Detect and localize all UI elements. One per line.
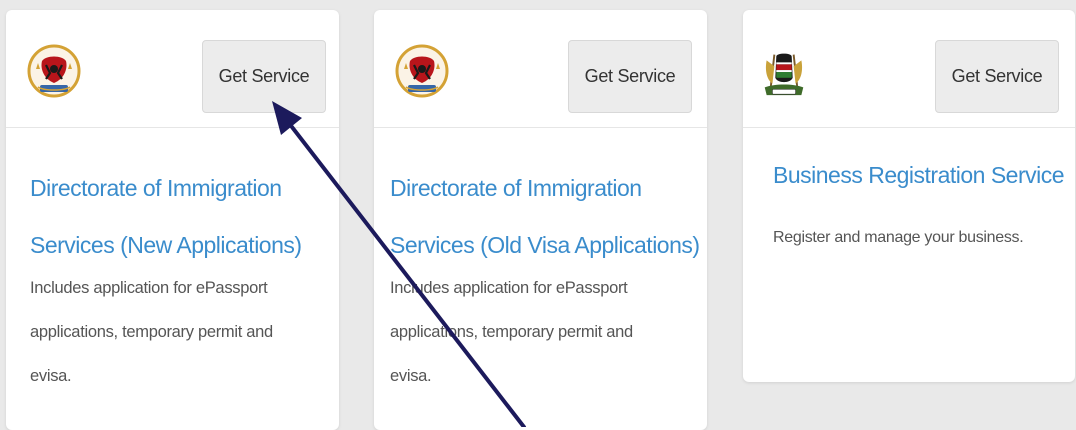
immigration-emblem-icon: [27, 44, 81, 98]
get-service-button[interactable]: Get Service: [935, 40, 1059, 113]
card-title-line-2[interactable]: Services (Old Visa Applications): [390, 232, 700, 258]
card-title-line-1[interactable]: Directorate of Immigration: [30, 175, 282, 201]
card-title-line-2[interactable]: Services (New Applications): [30, 232, 302, 258]
card-title-line-1[interactable]: Directorate of Immigration: [390, 175, 642, 201]
card-description-line-3: evisa.: [390, 367, 432, 385]
card-description-line-1: Includes application for ePassport: [390, 279, 628, 297]
get-service-button[interactable]: Get Service: [568, 40, 692, 113]
card-title[interactable]: Directorate of Immigration Services (New…: [30, 160, 330, 274]
service-card-immigration-old-visa: Get Service Directorate of Immigration S…: [374, 10, 707, 430]
card-title[interactable]: Directorate of Immigration Services (Old…: [390, 160, 700, 274]
card-description-line-1: Includes application for ePassport: [30, 279, 268, 297]
card-description: Includes application for ePassport appli…: [390, 266, 690, 398]
immigration-emblem-icon: [395, 44, 449, 98]
card-description: Register and manage your business.: [773, 216, 1073, 260]
card-header: Get Service: [374, 10, 707, 128]
card-header: Get Service: [743, 10, 1075, 128]
get-service-button[interactable]: Get Service: [202, 40, 326, 113]
card-description-line-1: Register and manage your business.: [773, 229, 1024, 246]
card-description-line-3: evisa.: [30, 367, 72, 385]
card-title[interactable]: Business Registration Service: [773, 147, 1073, 204]
card-title-line-1[interactable]: Business Registration Service: [773, 162, 1065, 188]
card-header: Get Service: [6, 10, 339, 128]
card-description: Includes application for ePassport appli…: [30, 266, 330, 398]
card-description-line-2: applications, temporary permit and: [30, 323, 273, 341]
service-card-business-registration: Get Service Business Registration Servic…: [743, 10, 1075, 382]
kenya-coat-of-arms-icon: [764, 53, 804, 96]
service-card-immigration-new: Get Service Directorate of Immigration S…: [6, 10, 339, 430]
card-description-line-2: applications, temporary permit and: [390, 323, 633, 341]
